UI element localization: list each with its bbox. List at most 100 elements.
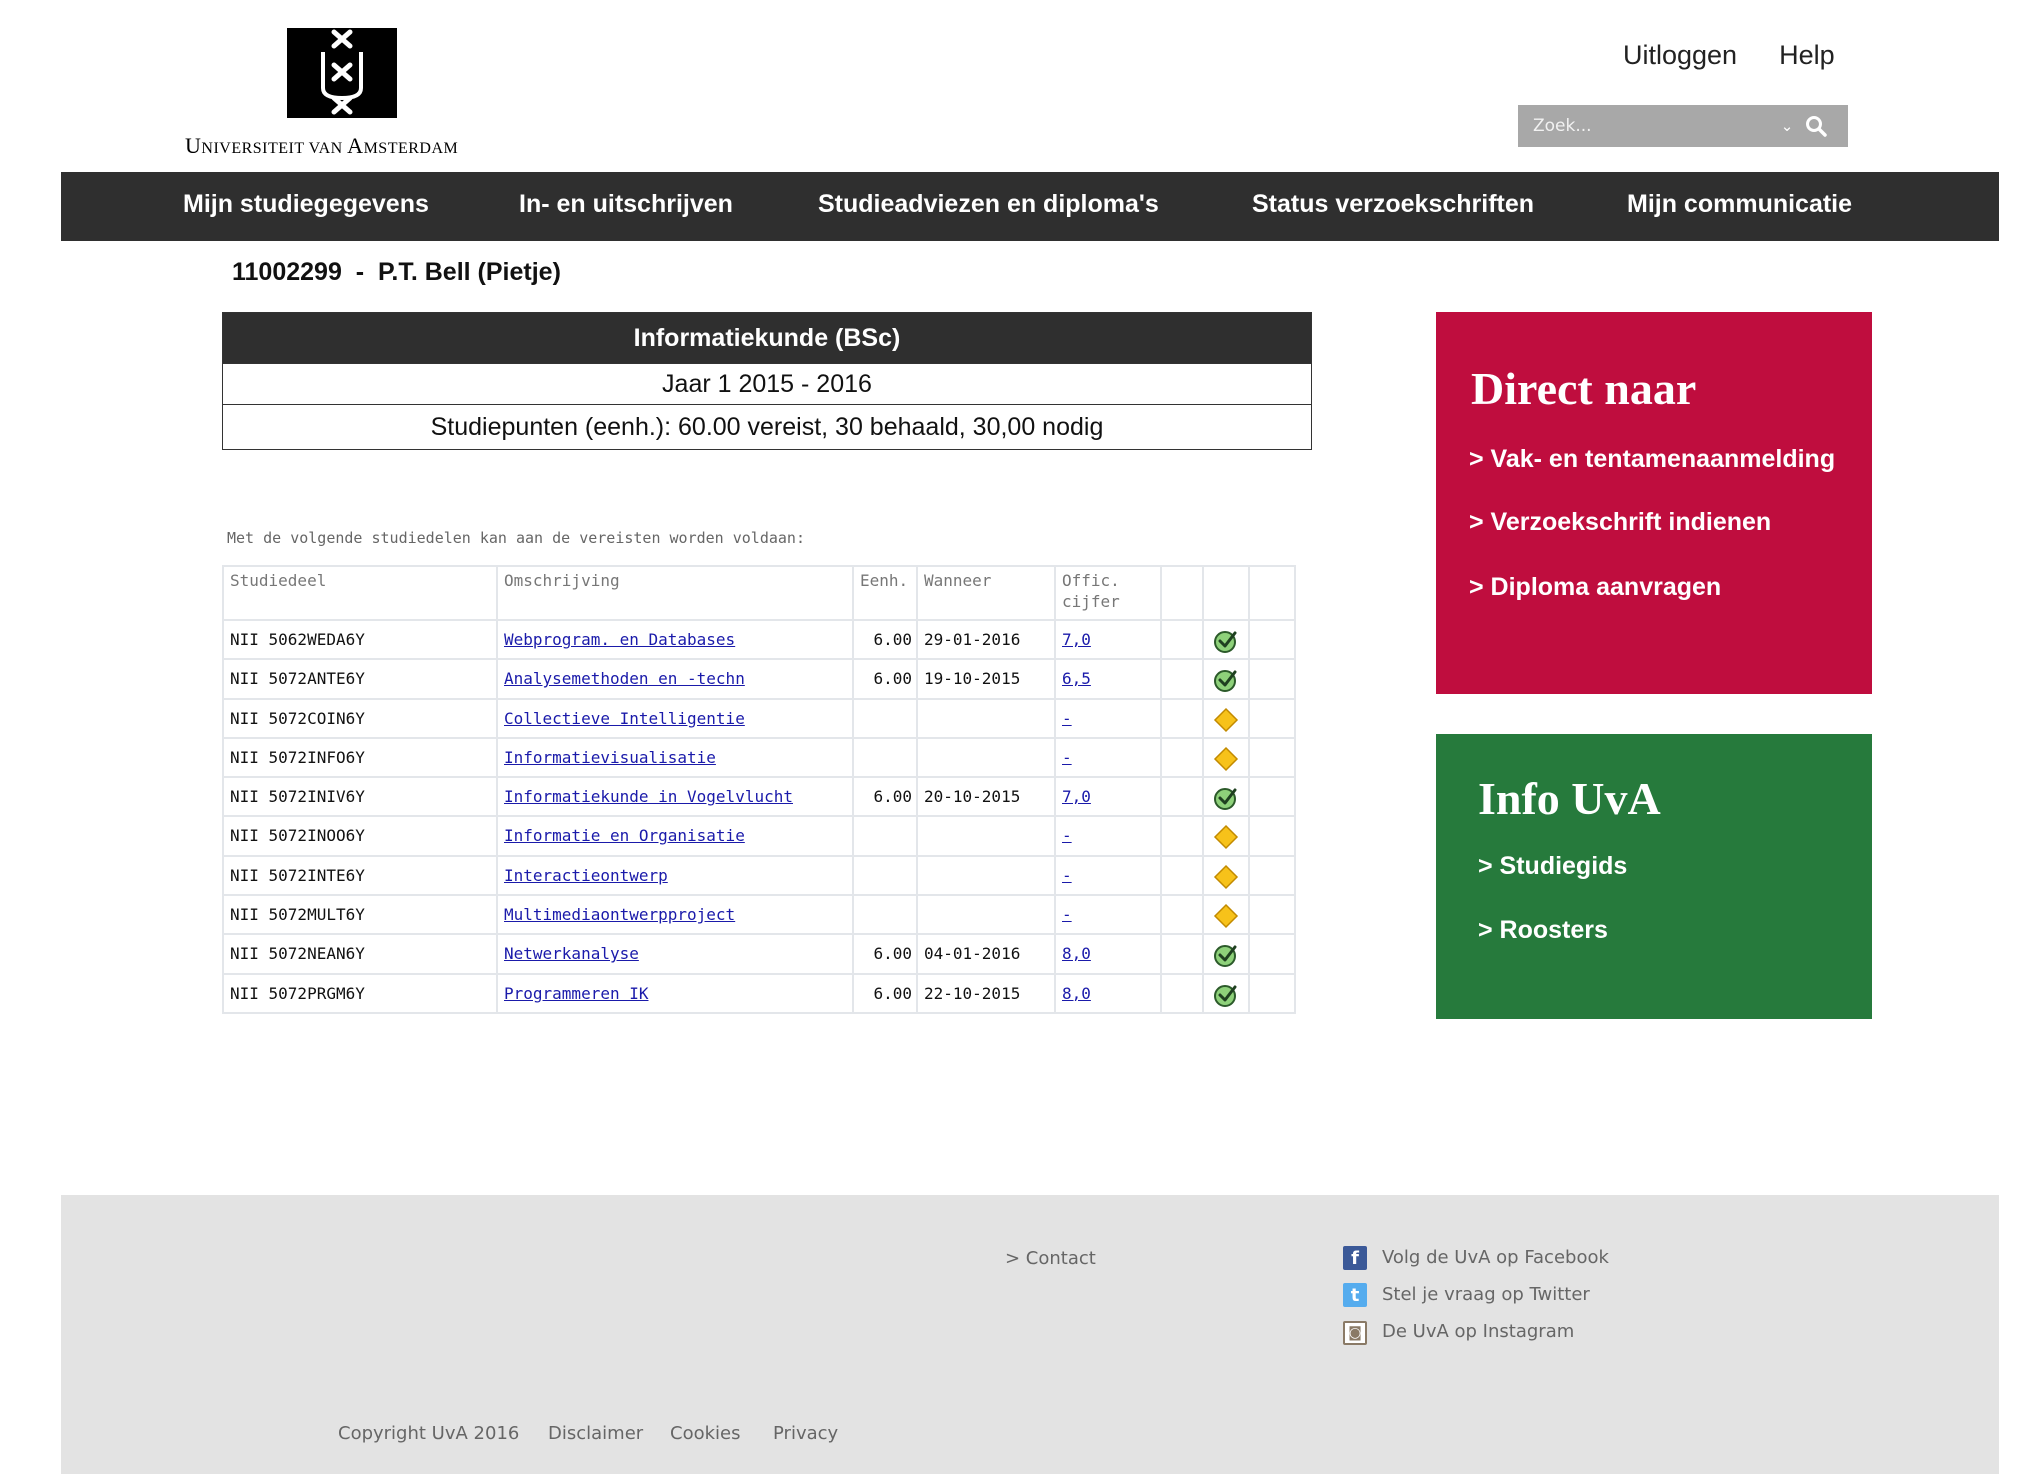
nav-item-communicatie[interactable]: Mijn communicatie [1627,190,1852,219]
course-date [916,815,1056,857]
course-units [852,815,918,857]
course-description-link[interactable]: Informatievisualisatie [504,748,716,767]
course-grade-link[interactable]: 6,5 [1062,669,1091,688]
empty-cell [1160,933,1204,975]
footer: > Contact f Volg de UvA op Facebook t St… [61,1195,1999,1474]
course-grade-link[interactable]: 7,0 [1062,787,1091,806]
uva-logo[interactable] [287,28,397,118]
course-description-link[interactable]: Interactieontwerp [504,866,668,885]
program-year: Jaar 1 2015 - 2016 [223,363,1311,404]
course-description-cell: Analysemethoden en -techn [496,658,854,700]
main-nav: Mijn studiegegevens In- en uitschrijven … [61,172,1999,241]
twitter-link[interactable]: Stel je vraag op Twitter [1382,1284,1590,1305]
student-info: 11002299 - P.T. Bell (Pietje) [232,258,561,286]
course-code: NII 5072ANTE6Y [222,658,498,700]
direct-naar-title: Direct naar [1471,363,1697,414]
check-circle-icon [1213,670,1239,697]
course-units: 6.00 [852,972,918,1014]
info-uva-title: Info UvA [1478,773,1661,824]
course-units [852,736,918,779]
privacy-link[interactable]: Privacy [773,1423,838,1444]
facebook-link[interactable]: Volg de UvA op Facebook [1382,1247,1609,1268]
course-description-link[interactable]: Multimediaontwerpproject [504,905,735,924]
course-description-link[interactable]: Analysemethoden en -techn [504,669,745,688]
empty-cell [1248,776,1296,818]
disclaimer-link[interactable]: Disclaimer [548,1423,643,1444]
empty-cell [1160,697,1204,739]
instagram-link[interactable]: De UvA op Instagram [1382,1321,1574,1342]
empty-cell [1160,894,1204,936]
link-vak-tentamenaanmelding[interactable]: > Vak- en tentamenaanmelding [1469,445,1835,474]
nav-item-studiegegevens[interactable]: Mijn studiegegevens [183,190,429,219]
col-header-code: Studiedeel [222,565,498,621]
empty-cell [1248,697,1296,739]
link-diploma-aanvragen[interactable]: > Diploma aanvragen [1469,573,1721,602]
course-grade-link[interactable]: - [1062,866,1072,885]
course-description-link[interactable]: Informatiekunde in Vogelvlucht [504,787,793,806]
contact-link[interactable]: > Contact [1005,1248,1096,1269]
status-cell [1202,972,1250,1014]
facebook-icon: f [1343,1246,1367,1270]
course-description-link[interactable]: Webprogram. en Databases [504,630,735,649]
course-code: NII 5072NEAN6Y [222,933,498,975]
course-grade-link[interactable]: - [1062,905,1072,924]
course-description-link[interactable]: Programmeren IK [504,984,649,1003]
course-code: NII 5072INIV6Y [222,776,498,818]
nav-item-verzoekschriften[interactable]: Status verzoekschriften [1252,190,1534,219]
course-grade-link[interactable]: - [1062,748,1072,767]
uva-logo-icon [321,29,363,115]
university-name: UNIVERSITEIT VAN AMSTERDAM [185,133,459,158]
empty-cell [1248,854,1296,897]
search-icon[interactable] [1801,105,1831,147]
logout-link[interactable]: Uitloggen [1623,40,1737,70]
course-description-link[interactable]: Collectieve Intelligentie [504,709,745,728]
course-description-link[interactable]: Netwerkanalyse [504,944,639,963]
empty-cell [1248,933,1296,975]
course-grade-link[interactable]: 7,0 [1062,630,1091,649]
check-circle-icon [1213,945,1239,972]
col-header-when: Wanneer [916,565,1056,621]
status-cell [1202,697,1250,739]
empty-cell [1160,658,1204,700]
course-grade-cell: - [1054,815,1162,857]
warning-diamond-icon [1213,825,1239,854]
empty-cell [1248,894,1296,936]
courses-intro: Met de volgende studiedelen kan aan de v… [227,529,805,547]
nav-item-studieadviezen[interactable]: Studieadviezen en diploma's [818,190,1159,219]
empty-cell [1248,972,1296,1014]
course-grade-link[interactable]: 8,0 [1062,984,1091,1003]
help-link[interactable]: Help [1779,40,1835,70]
course-grade-link[interactable]: - [1062,709,1072,728]
link-verzoekschrift-indienen[interactable]: > Verzoekschrift indienen [1469,508,1771,537]
empty-cell [1160,815,1204,857]
empty-cell [1248,618,1296,661]
course-description-cell: Informatie en Organisatie [496,815,854,857]
link-roosters[interactable]: > Roosters [1478,916,1608,945]
warning-diamond-icon [1213,864,1239,894]
course-grade-link[interactable]: 8,0 [1062,944,1091,963]
cookies-link[interactable]: Cookies [670,1423,740,1444]
status-cell [1202,658,1250,700]
empty-cell [1160,776,1204,818]
course-date: 20-10-2015 [916,776,1056,818]
course-code: NII 5062WEDA6Y [222,618,498,661]
empty-cell [1160,736,1204,779]
course-grade-link[interactable]: - [1062,826,1072,845]
search-input[interactable] [1518,116,1773,136]
table-row: NII 5072PRGM6Y Programmeren IK 6.00 22-10-2… [222,972,1296,1014]
table-row: NII 5072INOO6Y Informatie en Organisatie - [222,815,1296,857]
empty-cell [1248,658,1296,700]
chevron-down-icon[interactable]: ⌄ [1773,117,1801,135]
empty-cell [1160,972,1204,1014]
status-cell [1202,933,1250,975]
course-units [852,854,918,897]
link-studiegids[interactable]: > Studiegids [1478,852,1627,881]
course-grade-cell: 8,0 [1054,972,1162,1014]
course-description-link[interactable]: Informatie en Organisatie [504,826,745,845]
empty-cell [1248,815,1296,857]
course-code: NII 5072COIN6Y [222,697,498,739]
table-row: NII 5072NEAN6Y Netwerkanalyse 6.00 04-01-20… [222,933,1296,975]
course-date: 19-10-2015 [916,658,1056,700]
check-circle-icon [1213,984,1239,1012]
nav-item-inschrijven[interactable]: In- en uitschrijven [519,190,733,219]
